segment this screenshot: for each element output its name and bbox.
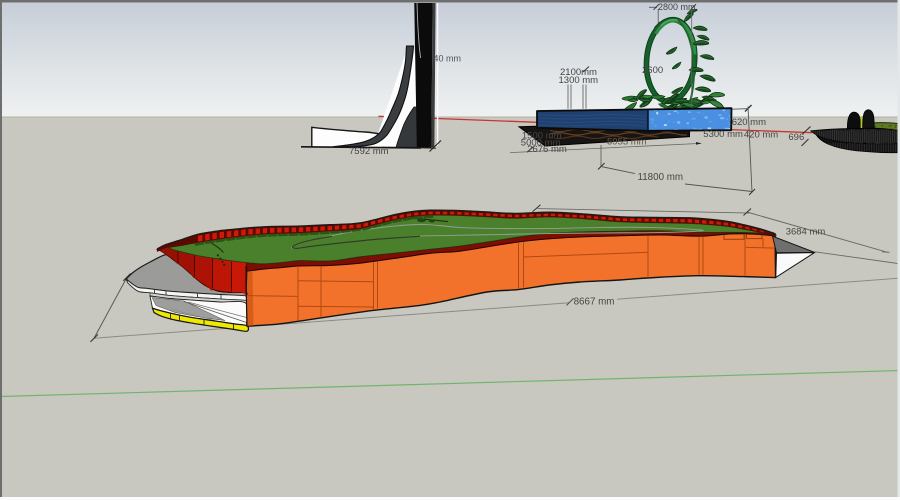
svg-text:11800 mm: 11800 mm bbox=[638, 172, 684, 183]
svg-text:8667 mm: 8667 mm bbox=[574, 296, 615, 307]
svg-text:40 mm: 40 mm bbox=[434, 54, 462, 64]
svg-text:5955 mm: 5955 mm bbox=[607, 137, 647, 148]
svg-text:1300 mm: 1300 mm bbox=[559, 75, 599, 86]
svg-text:420 mm: 420 mm bbox=[744, 129, 778, 140]
svg-text:2676 mm: 2676 mm bbox=[527, 144, 567, 155]
svg-text:696: 696 bbox=[788, 132, 804, 143]
svg-text:3684 mm: 3684 mm bbox=[786, 227, 826, 238]
svg-text:2600: 2600 bbox=[642, 65, 663, 76]
svg-text:2800 mm: 2800 mm bbox=[658, 2, 696, 12]
svg-text:7592 mm: 7592 mm bbox=[349, 146, 389, 157]
svg-text:5300 mm: 5300 mm bbox=[703, 129, 743, 140]
svg-text:620 mm: 620 mm bbox=[732, 117, 766, 128]
